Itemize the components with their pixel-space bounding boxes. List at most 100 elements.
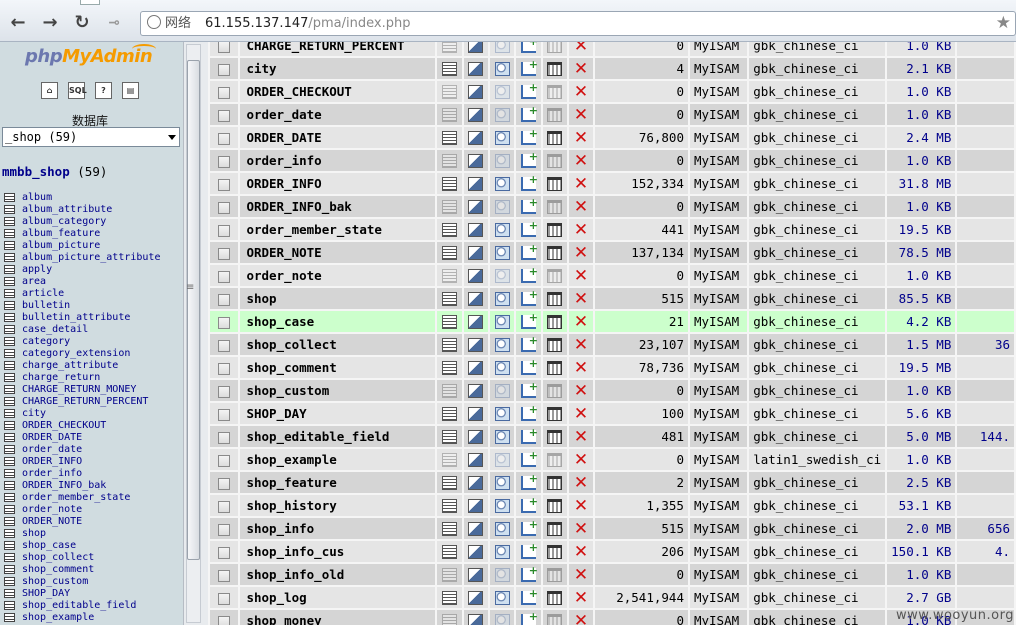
- search-icon[interactable]: [494, 361, 510, 376]
- empty-icon[interactable]: [547, 108, 563, 123]
- table-size[interactable]: 5.0 MB: [887, 426, 956, 447]
- sql-icon[interactable]: SQL: [68, 82, 87, 99]
- overhead[interactable]: [957, 173, 1014, 194]
- sidebar-table-label[interactable]: album_picture_attribute: [22, 252, 160, 263]
- row-checkbox[interactable]: [218, 362, 231, 375]
- table-icon[interactable]: [4, 516, 15, 526]
- sidebar-table-item[interactable]: order_info: [4, 467, 182, 479]
- sidebar-table-label[interactable]: CHARGE_RETURN_PERCENT: [22, 396, 148, 407]
- overhead[interactable]: 4.: [957, 541, 1014, 562]
- insert-icon[interactable]: [520, 311, 538, 330]
- insert-icon[interactable]: [520, 564, 538, 583]
- table-name[interactable]: SHOP_DAY: [240, 403, 436, 424]
- browse-icon[interactable]: [442, 614, 458, 625]
- browse-icon[interactable]: [442, 568, 458, 583]
- sidebar-table-label[interactable]: order_note: [22, 504, 82, 515]
- sidebar-table-label[interactable]: city: [22, 408, 46, 419]
- sidebar-table-label[interactable]: ORDER_CHECKOUT: [22, 420, 106, 431]
- row-checkbox[interactable]: [218, 155, 231, 168]
- table-name[interactable]: shop_money: [240, 610, 436, 625]
- table-size[interactable]: 1.0 KB: [887, 265, 956, 286]
- table-name[interactable]: order_member_state: [240, 219, 436, 240]
- frame-divider[interactable]: ≡: [183, 42, 208, 625]
- browse-icon[interactable]: [442, 499, 458, 514]
- table-icon[interactable]: [4, 204, 15, 214]
- sidebar-table-item[interactable]: album: [4, 191, 182, 203]
- overhead[interactable]: [957, 564, 1014, 585]
- sidebar-scrollbar-thumb[interactable]: [187, 60, 200, 560]
- table-size[interactable]: 1.0 KB: [887, 104, 956, 125]
- sidebar-table-label[interactable]: case_detail: [22, 324, 88, 335]
- table-size[interactable]: 2.0 MB: [887, 518, 956, 539]
- sidebar-table-label[interactable]: ORDER_INFO_bak: [22, 480, 106, 491]
- row-checkbox[interactable]: [218, 569, 231, 582]
- table-icon[interactable]: [4, 612, 15, 622]
- sidebar-table-item[interactable]: city: [4, 407, 182, 419]
- drop-icon[interactable]: ✕: [574, 107, 589, 124]
- empty-icon[interactable]: [547, 453, 563, 468]
- search-icon[interactable]: [494, 338, 510, 353]
- sidebar-table-label[interactable]: album_feature: [22, 228, 100, 239]
- overhead[interactable]: [957, 472, 1014, 493]
- overhead[interactable]: [957, 587, 1014, 608]
- browse-icon[interactable]: [442, 200, 458, 215]
- sidebar-scrollbar[interactable]: [186, 44, 201, 623]
- row-checkbox[interactable]: [218, 500, 231, 513]
- sidebar-table-label[interactable]: order_date: [22, 444, 82, 455]
- help-icon[interactable]: ?: [95, 82, 112, 99]
- sidebar-table-item[interactable]: shop_collect: [4, 551, 182, 563]
- sidebar-table-item[interactable]: shop_custom: [4, 575, 182, 587]
- drop-icon[interactable]: ✕: [574, 199, 589, 216]
- structure-icon[interactable]: [468, 545, 484, 560]
- overhead[interactable]: [957, 449, 1014, 470]
- table-size[interactable]: 19.5 MB: [887, 357, 956, 378]
- table-icon[interactable]: [4, 564, 15, 574]
- table-icon[interactable]: [4, 348, 15, 358]
- sidebar-table-item[interactable]: bulletin_attribute: [4, 311, 182, 323]
- database-name[interactable]: mmbb_shop: [2, 164, 70, 179]
- sidebar-table-item[interactable]: category_extension: [4, 347, 182, 359]
- drop-icon[interactable]: ✕: [574, 429, 589, 446]
- tab-edge[interactable]: [80, 0, 100, 5]
- home-icon[interactable]: ⌂: [41, 82, 58, 99]
- empty-icon[interactable]: [547, 177, 563, 192]
- table-name[interactable]: order_info: [240, 150, 436, 171]
- empty-icon[interactable]: [547, 407, 563, 422]
- sidebar-table-label[interactable]: SHOP_DAY: [22, 588, 70, 599]
- browse-icon[interactable]: [442, 522, 458, 537]
- sidebar-table-item[interactable]: album_category: [4, 215, 182, 227]
- search-icon[interactable]: [494, 430, 510, 445]
- sidebar-table-label[interactable]: album_category: [22, 216, 106, 227]
- overhead[interactable]: [957, 311, 1014, 332]
- insert-icon[interactable]: [520, 380, 538, 399]
- search-icon[interactable]: [494, 200, 510, 215]
- sidebar-table-label[interactable]: ORDER_INFO: [22, 456, 82, 467]
- drop-icon[interactable]: ✕: [574, 498, 589, 515]
- structure-icon[interactable]: [468, 177, 484, 192]
- structure-icon[interactable]: [468, 499, 484, 514]
- sidebar-table-label[interactable]: shop_editable_field: [22, 600, 136, 611]
- table-size[interactable]: 19.5 KB: [887, 219, 956, 240]
- table-icon[interactable]: [4, 396, 15, 406]
- insert-icon[interactable]: [520, 403, 538, 422]
- row-checkbox[interactable]: [218, 592, 231, 605]
- sidebar-table-label[interactable]: shop: [22, 528, 46, 539]
- search-icon[interactable]: [494, 62, 510, 77]
- table-name[interactable]: shop_info: [240, 518, 436, 539]
- table-icon[interactable]: [4, 492, 15, 502]
- table-icon[interactable]: [4, 192, 15, 202]
- browse-icon[interactable]: [442, 407, 458, 422]
- sidebar-table-item[interactable]: shop_comment: [4, 563, 182, 575]
- row-checkbox[interactable]: [218, 316, 231, 329]
- overhead[interactable]: [957, 127, 1014, 148]
- overhead[interactable]: [957, 288, 1014, 309]
- table-size[interactable]: 150.1 KB: [887, 541, 956, 562]
- overhead[interactable]: 144.: [957, 426, 1014, 447]
- table-name[interactable]: shop_info_old: [240, 564, 436, 585]
- table-icon[interactable]: [4, 312, 15, 322]
- insert-icon[interactable]: [520, 495, 538, 514]
- drop-icon[interactable]: ✕: [574, 130, 589, 147]
- structure-icon[interactable]: [468, 614, 484, 625]
- search-icon[interactable]: [494, 545, 510, 560]
- search-icon[interactable]: [494, 223, 510, 238]
